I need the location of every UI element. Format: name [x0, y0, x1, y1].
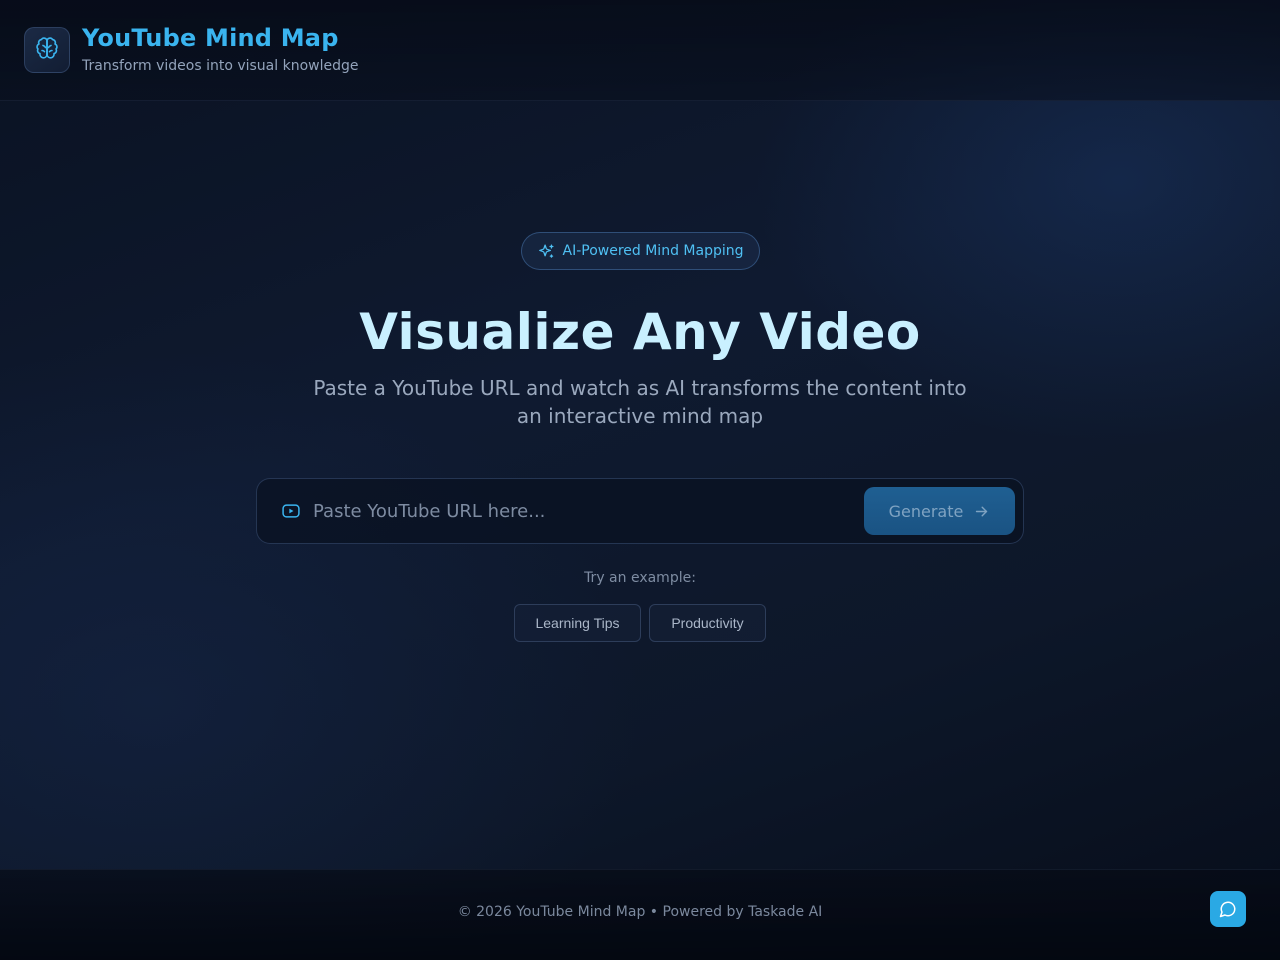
sparkles-icon [538, 243, 555, 260]
chat-bubble-icon [1219, 900, 1237, 918]
hero-description: Paste a YouTube URL and watch as AI tran… [313, 376, 967, 428]
generate-button[interactable]: Generate [864, 487, 1015, 535]
logo[interactable] [24, 27, 70, 73]
generate-button-label: Generate [888, 501, 964, 521]
app-header: YouTube Mind Map Transform videos into v… [0, 0, 1280, 101]
app-footer: © 2026 YouTube Mind Map • Powered by Tas… [0, 869, 1280, 960]
chat-button[interactable] [1210, 891, 1246, 927]
example-chip-productivity[interactable]: Productivity [649, 604, 766, 642]
ai-badge: AI-Powered Mind Mapping [521, 232, 760, 270]
hero-title: Visualize Any Video [359, 303, 921, 361]
url-input[interactable] [313, 493, 853, 529]
youtube-icon [281, 501, 301, 521]
example-chip-learning-tips[interactable]: Learning Tips [514, 604, 641, 642]
arrow-right-icon [973, 503, 990, 520]
badge-label: AI-Powered Mind Mapping [562, 243, 744, 259]
app-subtitle: Transform videos into visual knowledge [82, 58, 359, 74]
url-form: Generate [256, 478, 1024, 544]
brain-icon [35, 36, 59, 64]
footer-text: © 2026 YouTube Mind Map • Powered by Tas… [457, 904, 823, 920]
page: YouTube Mind Map Transform videos into v… [0, 0, 1280, 960]
app-title[interactable]: YouTube Mind Map [82, 24, 339, 52]
examples-label: Try an example: [584, 570, 696, 586]
